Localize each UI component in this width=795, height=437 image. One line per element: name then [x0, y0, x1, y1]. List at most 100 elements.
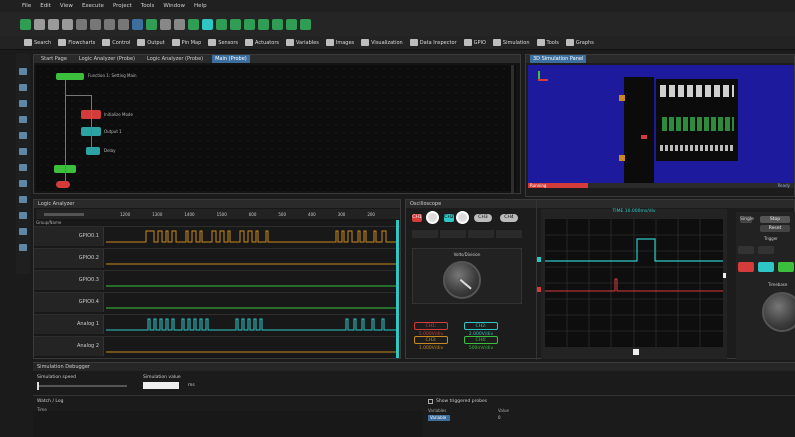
ch1-setting[interactable] [412, 230, 438, 238]
flowchart-icon[interactable] [19, 68, 27, 75]
redo-icon[interactable] [118, 18, 129, 30]
loop-icon[interactable] [19, 132, 27, 139]
output-icon[interactable] [19, 180, 27, 187]
channel-row[interactable]: GPIO0.2 [34, 248, 402, 268]
comment-icon[interactable] [19, 244, 27, 251]
scope-screen[interactable] [545, 219, 723, 347]
toolbar-item[interactable]: Pin Map [171, 39, 201, 46]
toolbar-item[interactable]: Tools [536, 39, 559, 46]
menu-item[interactable]: Window [163, 3, 185, 9]
ch3-button[interactable]: CH3 [474, 214, 492, 222]
menu-item[interactable]: Project [113, 3, 132, 9]
ch2-setting[interactable] [440, 230, 466, 238]
flow-block-end[interactable] [56, 181, 70, 188]
sim-value-input[interactable] [143, 382, 179, 389]
sim-speed-slider[interactable] [37, 382, 127, 390]
microcontroller-board[interactable] [624, 77, 654, 185]
chip-icon[interactable] [272, 18, 283, 30]
interrupt-icon[interactable] [19, 228, 27, 235]
timebase-knob[interactable] [762, 292, 795, 332]
slider-handle[interactable] [37, 382, 39, 390]
trigger-position-icon[interactable] [633, 349, 639, 355]
flowchart-tab[interactable]: Logic Analyzer (Probe) [144, 55, 206, 63]
stop-button[interactable]: Stop [760, 216, 790, 223]
channel-row[interactable]: GPIO0.4 [34, 292, 402, 312]
ch2-button[interactable]: CH2 [444, 214, 454, 222]
toolbar-item[interactable]: GPIO [463, 39, 486, 46]
toolbar-item[interactable]: Sensors [208, 39, 238, 46]
watch-log[interactable] [33, 411, 423, 437]
flow-block-start[interactable] [56, 73, 84, 80]
zoom-icon[interactable] [160, 18, 171, 30]
simulation-viewport[interactable] [528, 65, 794, 185]
save-icon[interactable] [48, 18, 59, 30]
menu-item[interactable]: Tools [141, 3, 155, 9]
ch2-toggle[interactable] [456, 211, 469, 224]
grid-icon[interactable] [174, 18, 185, 30]
timer-icon[interactable] [19, 212, 27, 219]
channel-row[interactable]: Analog 1 [34, 314, 402, 334]
delay-icon[interactable] [19, 164, 27, 171]
scrollbar[interactable] [511, 65, 514, 193]
trigger-ch1-button[interactable] [738, 262, 754, 272]
toolbar-item[interactable]: Images [325, 39, 354, 46]
record-icon[interactable] [258, 18, 269, 30]
toolbar-item[interactable]: Simulation [492, 39, 530, 46]
undo-icon[interactable] [104, 18, 115, 30]
zoom-slider[interactable] [44, 212, 84, 216]
flowchart-tab[interactable]: Start Page [38, 55, 70, 63]
flowchart-canvas[interactable]: Function 1: Setting Main Initialize Mode… [36, 65, 516, 193]
single-button[interactable]: Single [740, 216, 754, 223]
ch4-setting[interactable] [496, 230, 522, 238]
toolbar-item[interactable]: Graphs [565, 39, 594, 46]
probe-icon[interactable] [300, 18, 311, 30]
toolbar-item[interactable]: Variables [286, 39, 319, 46]
play-icon[interactable] [202, 18, 213, 30]
block-icon[interactable] [19, 84, 27, 91]
menu-item[interactable]: Execute [82, 3, 104, 9]
trigger-ch3-button[interactable] [778, 262, 794, 272]
cursor-marker[interactable] [396, 220, 399, 358]
trigger-falling-button[interactable] [758, 246, 774, 254]
help-icon[interactable] [132, 18, 143, 30]
flowchart-tab[interactable]: Main (Probe) [212, 55, 250, 63]
decision-icon[interactable] [19, 148, 27, 155]
ch3-setting[interactable] [468, 230, 494, 238]
menu-item[interactable]: Help [194, 3, 207, 9]
flow-block-delay[interactable] [86, 147, 100, 155]
open-icon[interactable] [34, 18, 45, 30]
toolbar-item[interactable]: Actuators [245, 39, 279, 46]
variable-row-name[interactable]: Variable [428, 415, 450, 421]
flowchart-tab[interactable]: Logic Analyzer (Probe) [76, 55, 138, 63]
toolbar-item[interactable]: Data Inspector [409, 39, 457, 46]
time-ruler[interactable]: 1200 1300 1400 1500 600 500 400 300 200 [36, 209, 400, 219]
step-icon[interactable] [216, 18, 227, 30]
toolbar-item[interactable]: Visualization [361, 39, 403, 46]
input-icon[interactable] [19, 196, 27, 203]
trigger-rising-button[interactable] [738, 246, 754, 254]
simulation-title[interactable]: 3D Simulation Panel [530, 55, 587, 63]
ch1-toggle[interactable] [426, 211, 439, 224]
menu-item[interactable]: File [22, 3, 31, 9]
function-icon[interactable] [19, 116, 27, 123]
toolbar-item[interactable]: Control [102, 39, 130, 46]
menu-item[interactable]: Edit [40, 3, 51, 9]
channel-row[interactable]: GPIO0.1 [34, 226, 402, 246]
ch1-button[interactable]: CH1 [412, 214, 422, 222]
paste-icon[interactable] [90, 18, 101, 30]
new-file-icon[interactable] [20, 18, 31, 30]
toolbar-item[interactable]: Flowcharts [58, 39, 95, 46]
board-icon[interactable] [286, 18, 297, 30]
channel-row[interactable]: GPIO0.3 [34, 270, 402, 290]
toolbar-item[interactable]: Search [24, 39, 51, 46]
variable-icon[interactable] [19, 100, 27, 107]
copy-icon[interactable] [62, 18, 73, 30]
build-icon[interactable] [188, 18, 199, 30]
show-probes-checkbox[interactable] [428, 399, 433, 404]
ch4-button[interactable]: CH4 [500, 214, 518, 222]
cut-icon[interactable] [76, 18, 87, 30]
pause-icon[interactable] [230, 18, 241, 30]
settings-icon[interactable] [146, 18, 157, 30]
menu-item[interactable]: View [60, 3, 73, 9]
stop-icon[interactable] [244, 18, 255, 30]
